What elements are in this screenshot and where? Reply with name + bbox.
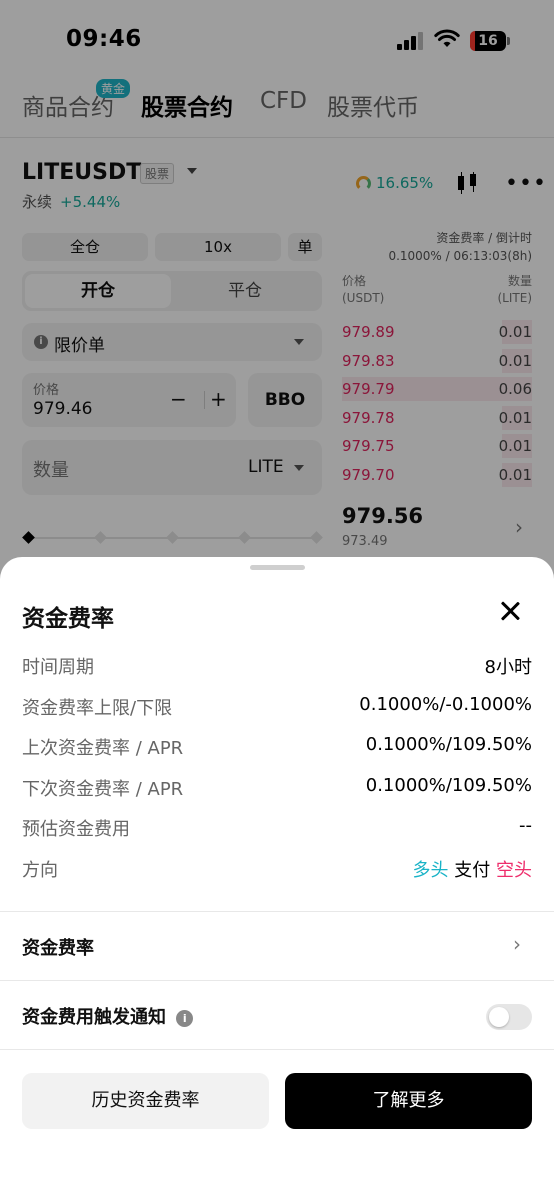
row-key: 时间周期: [22, 657, 94, 678]
row-key: 上次资金费率 / APR: [22, 738, 184, 759]
close-icon[interactable]: [498, 599, 522, 623]
sheet-title: 资金费率: [22, 606, 114, 632]
row-value: 0.1000%/-0.1000%: [359, 694, 532, 715]
pay-label: 支付: [454, 860, 491, 881]
notify-label: 资金费用触发通知 i: [22, 1003, 194, 1029]
info-icon[interactable]: i: [176, 1009, 194, 1027]
row-value: 0.1000%/109.50%: [365, 775, 532, 796]
info-row-last-rate: 上次资金费率 / APR 0.1000%/109.50%: [22, 734, 532, 764]
long-label: 多头: [412, 860, 449, 881]
history-funding-rate-button[interactable]: 历史资金费率: [22, 1073, 269, 1129]
divider: [0, 980, 554, 981]
row-key: 方向: [22, 860, 58, 881]
info-row-limits: 资金费率上限/下限 0.1000%/-0.1000%: [22, 694, 532, 724]
learn-more-button[interactable]: 了解更多: [285, 1073, 532, 1129]
row-key: 预估资金费用: [22, 819, 130, 840]
row-key: 资金费率上限/下限: [22, 698, 173, 719]
info-row-period: 时间周期 8小时: [22, 653, 532, 683]
funding-rate-link[interactable]: 资金费率 ›: [0, 912, 554, 980]
drag-handle[interactable]: [250, 565, 305, 570]
row-key: 下次资金费率 / APR: [22, 779, 184, 800]
chevron-right-icon: ›: [513, 932, 521, 956]
row-value: 8小时: [484, 657, 532, 678]
notify-toggle[interactable]: [486, 1004, 532, 1030]
funding-rate-sheet: 资金费率 时间周期 8小时 资金费率上限/下限 0.1000%/-0.1000%…: [0, 557, 554, 1200]
info-row-next-rate: 下次资金费率 / APR 0.1000%/109.50%: [22, 775, 532, 805]
row-value: 0.1000%/109.50%: [365, 734, 532, 755]
funding-rate-link-label: 资金费率: [22, 938, 94, 959]
row-value: --: [519, 815, 532, 836]
short-label: 空头: [496, 860, 532, 881]
info-row-direction: 方向 多头 支付 空头: [22, 856, 532, 886]
info-row-estimated-fee: 预估资金费用 --: [22, 815, 532, 845]
direction-value: 多头 支付 空头: [413, 856, 532, 882]
divider: [0, 1049, 554, 1050]
